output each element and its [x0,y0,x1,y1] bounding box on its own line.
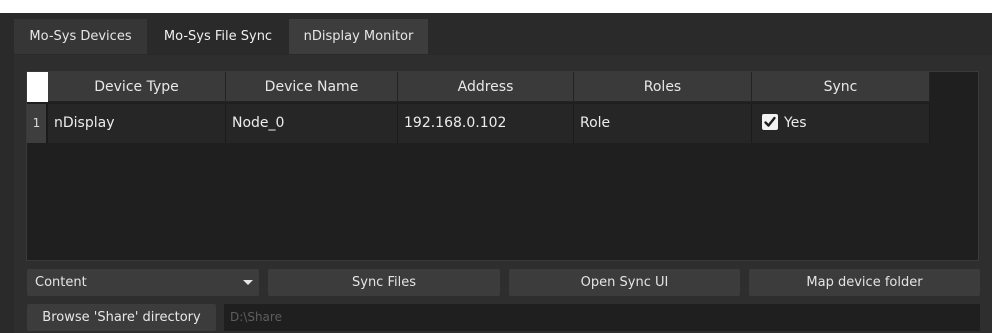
checkmark-icon [764,116,776,127]
share-path-field[interactable]: D:\Share [224,304,980,331]
sync-label: Yes [784,115,807,131]
tab-mo-sys-file-sync[interactable]: Mo-Sys File Sync [147,19,289,54]
tab-ndisplay-monitor[interactable]: nDisplay Monitor [289,19,428,54]
column-header-sync[interactable]: Sync [752,72,930,102]
open-sync-ui-button[interactable]: Open Sync UI [509,269,740,296]
cell-roles[interactable]: Role [574,104,752,143]
cell-device-name[interactable]: Node_0 [226,104,398,143]
table-corner-button[interactable] [27,72,48,102]
window-top-strip [0,0,992,13]
row-header[interactable]: 1 [27,104,48,143]
column-header-roles[interactable]: Roles [574,72,752,102]
tab-mo-sys-devices[interactable]: Mo-Sys Devices [14,19,147,54]
column-header-address[interactable]: Address [398,72,574,102]
chevron-down-icon [243,280,253,285]
cell-address[interactable]: 192.168.0.102 [398,104,574,143]
map-device-folder-button[interactable]: Map device folder [749,269,980,296]
cell-device-type[interactable]: nDisplay [48,104,226,143]
column-header-device-name[interactable]: Device Name [226,72,398,102]
column-header-device-type[interactable]: Device Type [48,72,226,102]
content-dropdown-value: Content [35,275,87,290]
sync-checkbox[interactable] [762,114,778,130]
browse-share-directory-button[interactable]: Browse 'Share' directory [27,304,216,331]
content-dropdown[interactable]: Content [27,269,259,296]
sync-files-button[interactable]: Sync Files [268,269,500,296]
cell-sync[interactable]: Yes [752,104,930,143]
